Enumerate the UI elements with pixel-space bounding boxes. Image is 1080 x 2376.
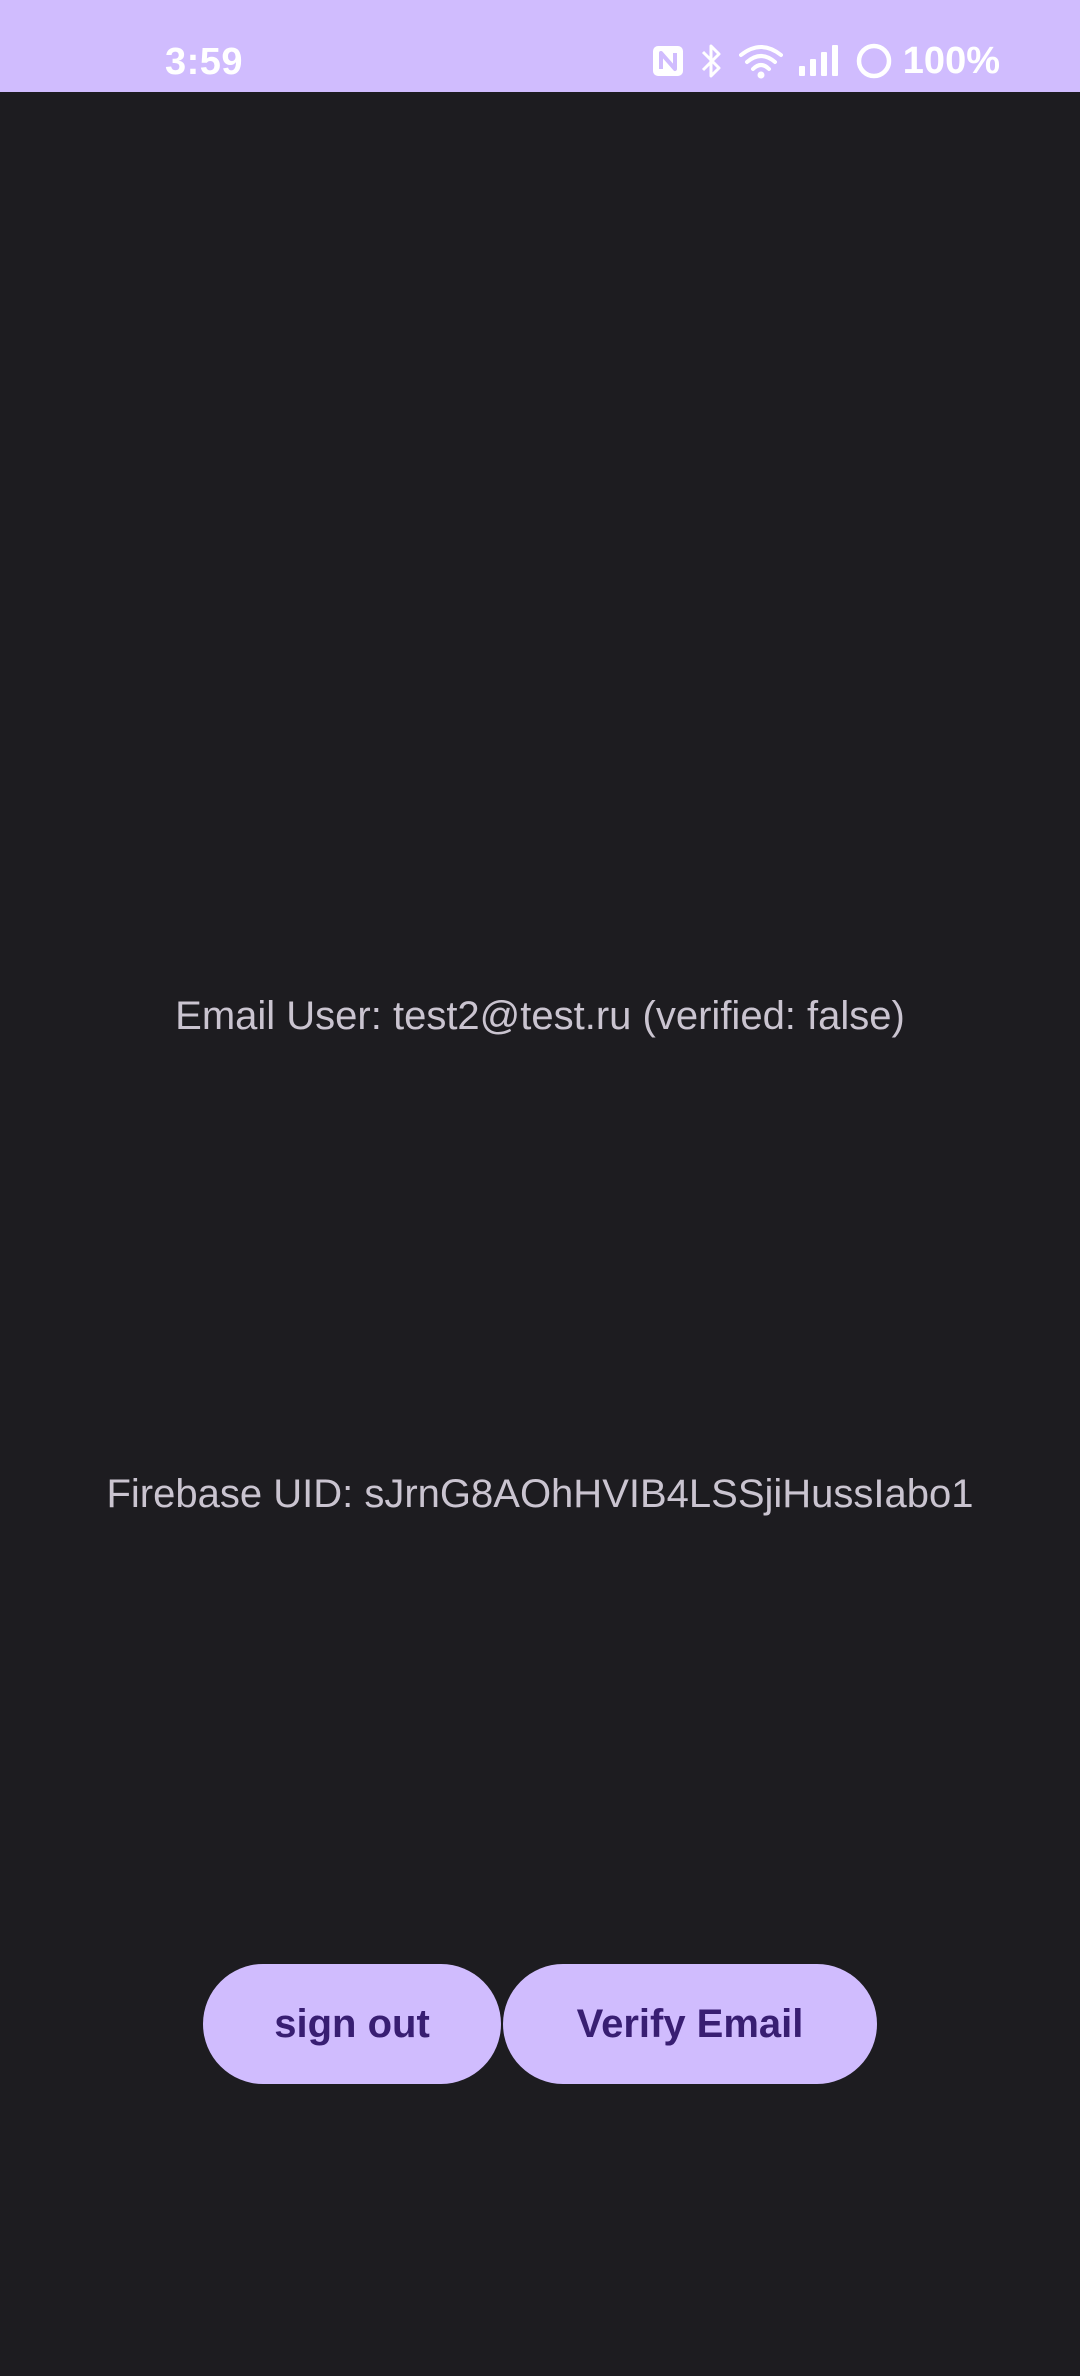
firebase-uid-text: Firebase UID: sJrnG8AOhHVIB4LSSjiHussIab… bbox=[106, 1472, 974, 1516]
email-user-text: Email User: test2@test.ru (verified: fal… bbox=[175, 994, 905, 1038]
verify-email-button[interactable]: Verify Email bbox=[503, 1964, 877, 2084]
sign-out-button[interactable]: sign out bbox=[203, 1964, 501, 2084]
status-time: 3:59 bbox=[165, 41, 244, 83]
action-buttons: sign out Verify Email bbox=[0, 1964, 1080, 2084]
battery-ring-icon bbox=[855, 42, 893, 80]
signal-icon bbox=[797, 44, 841, 78]
status-icons: 100% bbox=[651, 0, 1000, 92]
wifi-icon bbox=[738, 43, 783, 79]
status-bar: 3:59 100% bbox=[0, 0, 1080, 92]
nfc-icon bbox=[651, 44, 685, 78]
bluetooth-icon bbox=[699, 42, 725, 80]
main-content: Email User: test2@test.ru (verified: fal… bbox=[0, 92, 1080, 2376]
battery-percentage: 100% bbox=[902, 39, 1000, 82]
